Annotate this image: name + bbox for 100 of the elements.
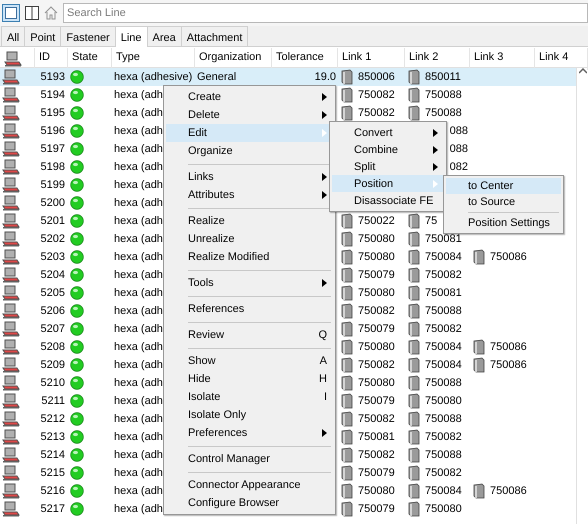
menu-item[interactable]: Hide H <box>166 370 333 388</box>
link-cell: 750080 <box>425 395 462 407</box>
single-pane-button[interactable] <box>2 4 20 22</box>
status-dot <box>70 376 84 390</box>
menu-item[interactable]: Delete <box>166 106 333 124</box>
menu-item[interactable]: Organize <box>166 142 333 160</box>
menu-item[interactable]: Links <box>166 168 333 186</box>
computer-icon <box>2 411 20 427</box>
id-cell: 5213 <box>40 431 65 443</box>
type-cell: hexa (adh <box>114 431 163 443</box>
link-cell: 750079 <box>358 323 395 335</box>
id-cell: 5207 <box>40 323 65 335</box>
computer-icon <box>2 303 20 319</box>
link-cell: 750079 <box>358 503 395 515</box>
menu-item[interactable]: Realize <box>166 212 333 230</box>
block-icon <box>408 249 420 265</box>
id-cell: 5210 <box>40 377 65 389</box>
type-cell: hexa (adh <box>114 161 163 173</box>
status-dot <box>70 142 84 156</box>
computer-icon <box>2 285 20 301</box>
id-cell: 5195 <box>40 107 65 119</box>
id-cell: 5206 <box>40 305 65 317</box>
computer-icon <box>2 177 20 193</box>
status-dot <box>70 358 84 372</box>
block-icon <box>408 465 420 481</box>
link-cell: 750080 <box>425 503 462 515</box>
link-cell: 750088 <box>425 107 462 119</box>
menu-item[interactable]: Tools <box>166 274 333 292</box>
type-cell: hexa (adh <box>114 143 163 155</box>
computer-icon <box>2 213 20 229</box>
status-dot <box>70 178 84 192</box>
link-cell: 750082 <box>358 89 395 101</box>
split-pane-button[interactable] <box>23 4 41 22</box>
status-dot <box>70 268 84 282</box>
tab[interactable]: All <box>1 26 26 46</box>
link-cell: 082 <box>450 161 468 173</box>
menu-item[interactable]: Position Settings <box>446 215 561 231</box>
computer-icon <box>2 249 20 265</box>
id-cell: 5201 <box>40 215 65 227</box>
computer-icon <box>2 339 20 355</box>
search-field[interactable]: Search Line <box>63 3 588 23</box>
link-cell: 750079 <box>358 467 395 479</box>
status-dot <box>70 394 84 408</box>
status-dot <box>70 214 84 228</box>
menu-item[interactable]: Unrealize <box>166 230 333 248</box>
block-icon <box>408 231 420 247</box>
computer-icon <box>2 501 20 517</box>
block-icon <box>341 375 353 391</box>
menu-item[interactable]: Preferences <box>166 424 333 442</box>
menu-item[interactable]: Realize Modified <box>166 248 333 266</box>
status-dot <box>70 322 84 336</box>
menu-item[interactable]: Isolate Only <box>166 406 333 424</box>
id-cell: 5216 <box>40 485 65 497</box>
tab[interactable]: Line <box>114 26 148 47</box>
menu-item[interactable]: Configure Browser <box>166 494 333 512</box>
link-cell: 750086 <box>490 485 527 497</box>
menu-item[interactable]: Attributes <box>166 186 333 204</box>
id-cell: 5197 <box>40 143 65 155</box>
computer-icon <box>2 357 20 373</box>
block-icon <box>341 429 353 445</box>
computer-icon <box>2 141 20 157</box>
block-icon <box>408 411 420 427</box>
menu-item[interactable]: References <box>166 300 333 318</box>
menu-item[interactable]: Convert <box>332 124 444 141</box>
block-icon <box>408 393 420 409</box>
link-cell: 750080 <box>358 485 395 497</box>
menu-item[interactable]: Show A <box>166 352 333 370</box>
link-cell: 750082 <box>358 107 395 119</box>
tab[interactable]: Attachment <box>180 26 248 46</box>
menu-item[interactable]: Create <box>166 88 333 106</box>
computer-icon <box>2 123 20 139</box>
menu-item[interactable]: to Source <box>446 194 561 210</box>
type-cell: hexa (adh <box>114 197 163 209</box>
organization-cell: General <box>197 71 236 83</box>
scroll-up-icon[interactable] <box>578 68 586 74</box>
menu-item[interactable]: Connector Appearance <box>166 476 333 494</box>
link-cell: 750088 <box>425 89 462 101</box>
home-icon[interactable] <box>44 6 58 20</box>
status-dot <box>70 106 84 120</box>
menu-item[interactable]: Combine <box>332 141 444 158</box>
menu-item[interactable]: Review Q <box>166 326 333 344</box>
menu-item[interactable]: Position <box>332 175 444 192</box>
type-cell: hexa (adh <box>114 125 163 137</box>
computer-icon <box>2 393 20 409</box>
block-icon <box>341 321 353 337</box>
type-cell: hexa (adh <box>114 467 163 479</box>
status-dot <box>70 250 84 264</box>
status-dot <box>70 466 84 480</box>
block-icon <box>473 339 485 355</box>
menu-item[interactable]: Isolate I <box>166 388 333 406</box>
id-cell: 5208 <box>40 341 65 353</box>
type-cell: hexa (adh <box>114 413 163 425</box>
menu-item[interactable]: to Center <box>446 178 561 194</box>
link-cell: 750082 <box>358 359 395 371</box>
menu-item[interactable]: Disassociate FE <box>332 192 444 209</box>
menu-item[interactable]: Control Manager <box>166 450 333 468</box>
link-cell: 750080 <box>358 377 395 389</box>
menu-item[interactable]: Split <box>332 158 444 175</box>
type-cell: hexa (adh <box>114 251 163 263</box>
block-icon <box>341 87 353 103</box>
